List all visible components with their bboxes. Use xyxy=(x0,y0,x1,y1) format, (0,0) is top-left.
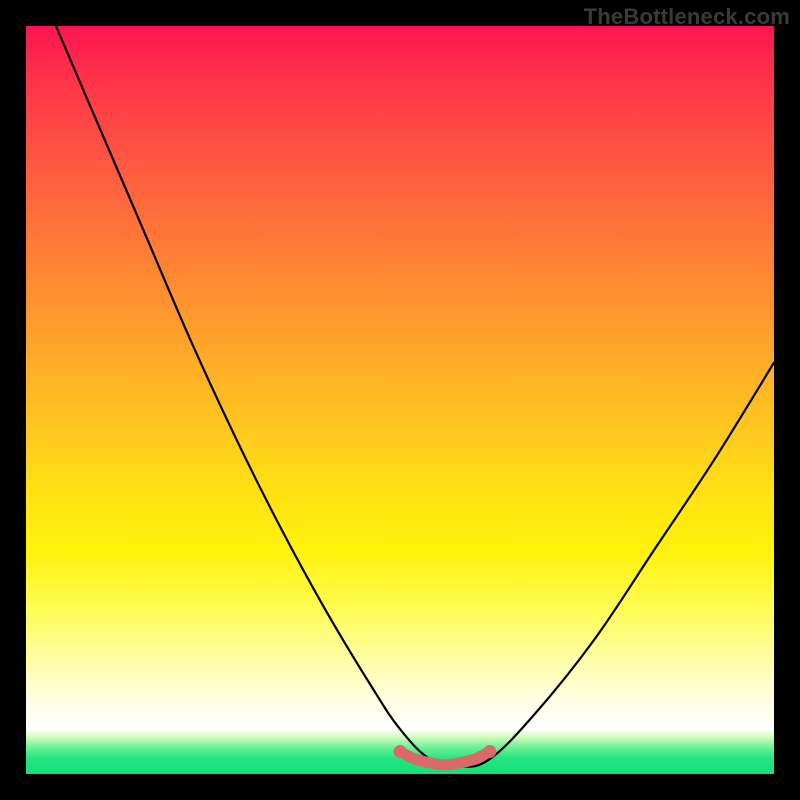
chart-frame: TheBottleneck.com xyxy=(0,0,800,800)
optimal-zone-curve xyxy=(400,752,490,765)
chart-svg xyxy=(26,26,774,774)
bottleneck-curve xyxy=(56,26,774,767)
plot-area xyxy=(26,26,774,774)
optimal-zone-endpoint xyxy=(394,745,407,758)
optimal-zone-endpoint xyxy=(483,745,496,758)
